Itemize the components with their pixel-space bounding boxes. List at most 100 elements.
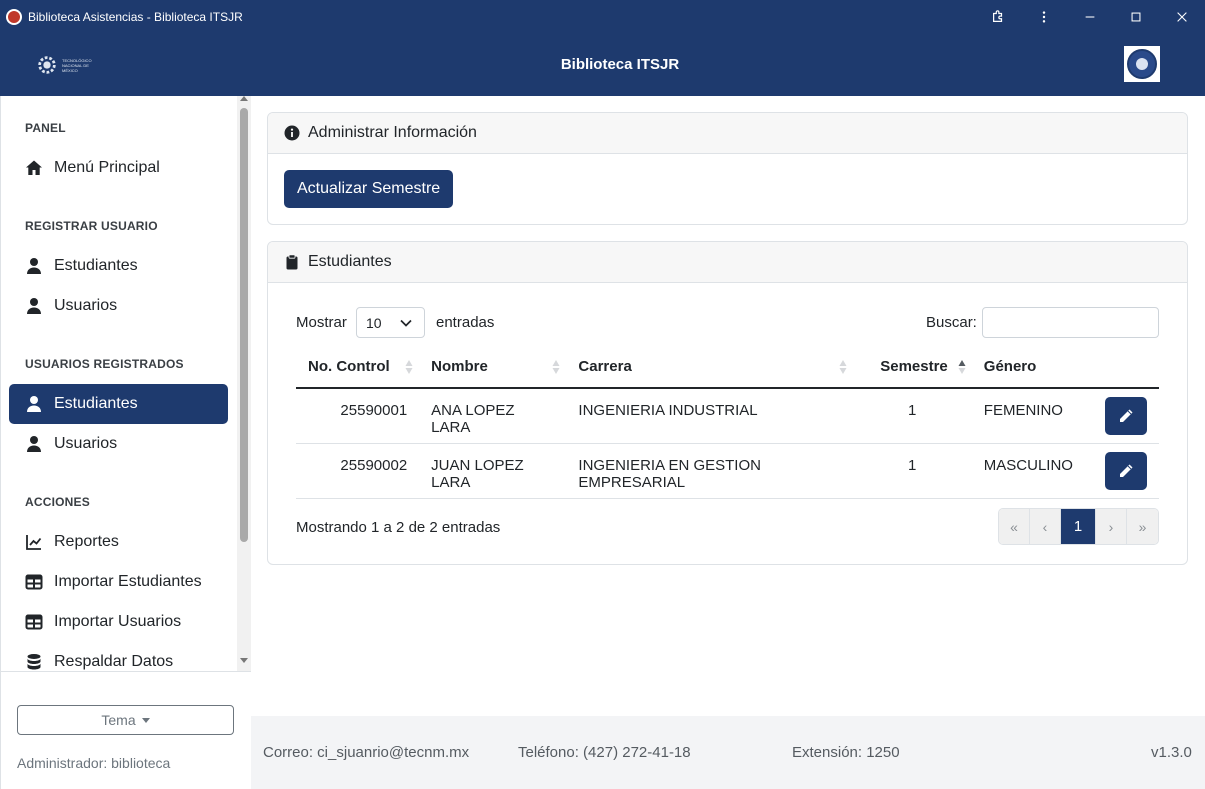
- cell-semestre: 1: [852, 443, 972, 499]
- cell-actions: [1084, 443, 1159, 499]
- sidebar-item-label: Importar Estudiantes: [54, 573, 202, 590]
- user-icon: [25, 256, 45, 276]
- minimize-icon[interactable]: [1067, 0, 1113, 34]
- user-icon: [25, 394, 45, 414]
- database-icon: [25, 652, 45, 671]
- column-header-label: Semestre: [880, 358, 948, 375]
- update-semester-button[interactable]: Actualizar Semestre: [284, 170, 454, 208]
- students-card: Estudiantes Mostrar 10 entradas Buscar: …: [267, 241, 1188, 565]
- card-title: Estudiantes: [308, 253, 392, 270]
- length-suffix-label: entradas: [436, 314, 495, 331]
- edit-button[interactable]: [1104, 397, 1147, 435]
- admin-user-label: Administrador: biblioteca: [17, 755, 171, 771]
- sidebar-item-menu-principal[interactable]: Menú Principal: [9, 148, 228, 188]
- cell-carrera: INGENIERIA INDUSTRIAL: [566, 388, 853, 444]
- sidebar-item-reportes[interactable]: Reportes: [9, 522, 228, 562]
- column-header-genero[interactable]: Género: [971, 346, 1085, 389]
- itsjr-seal-logo: [1124, 46, 1160, 82]
- theme-dropdown-button[interactable]: Tema: [17, 705, 234, 735]
- info-circle-icon: [284, 125, 300, 141]
- column-header-nombre[interactable]: Nombre: [419, 346, 567, 389]
- sidebar-item-label: Menú Principal: [54, 159, 160, 176]
- card-header: Administrar Información: [268, 113, 1187, 154]
- main-content: Administrar Información Actualizar Semes…: [251, 96, 1205, 716]
- table-header-row: No. Control Nombre Carrera Semestre Géne…: [296, 346, 1159, 389]
- pencil-icon: [1119, 464, 1133, 477]
- column-header-label: Género: [983, 358, 1037, 375]
- column-header-control[interactable]: No. Control: [296, 346, 420, 389]
- theme-button-label: Tema: [101, 712, 136, 728]
- sidebar-item-importar-estudiantes[interactable]: Importar Estudiantes: [9, 562, 228, 602]
- table-row: 25590001 ANA LOPEZ LARA INGENIERIA INDUS…: [296, 388, 1159, 444]
- students-table: No. Control Nombre Carrera Semestre Géne…: [296, 346, 1159, 499]
- sidebar: PANEL Menú Principal REGISTRAR USUARIO E…: [0, 96, 251, 789]
- footer-version: v1.3.0: [1151, 744, 1192, 761]
- sidebar-item-label: Reportes: [54, 533, 119, 550]
- sidebar-scrollbar[interactable]: [237, 96, 251, 671]
- scrollbar-thumb[interactable]: [240, 108, 248, 542]
- sidebar-item-label: Estudiantes: [54, 257, 138, 274]
- section-title-acciones: ACCIONES: [25, 495, 90, 509]
- window-title: Biblioteca Asistencias - Biblioteca ITSJ…: [28, 10, 243, 24]
- sort-both-icon: [405, 360, 413, 374]
- sidebar-item-importar-usuarios[interactable]: Importar Usuarios: [9, 602, 228, 642]
- edit-button[interactable]: [1104, 451, 1147, 490]
- home-icon: [25, 158, 45, 178]
- table-row: 25590002 JUAN LOPEZ LARA INGENIERIA EN G…: [296, 443, 1159, 499]
- pagination-page-current[interactable]: 1: [1061, 509, 1096, 544]
- footer-email: Correo: ci_sjuanrio@tecnm.mx: [263, 744, 470, 761]
- column-header-label: Carrera: [578, 358, 632, 375]
- user-icon: [25, 296, 45, 316]
- sidebar-item-registrar-estudiantes[interactable]: Estudiantes: [9, 246, 228, 286]
- pagination-first[interactable]: «: [999, 509, 1030, 544]
- close-icon[interactable]: [1159, 0, 1205, 34]
- entries-per-page-value: 10: [366, 314, 382, 331]
- chart-line-icon: [25, 532, 45, 552]
- chevron-down-icon: [400, 319, 412, 327]
- card-header: Estudiantes: [268, 242, 1187, 283]
- cell-semestre: 1: [852, 388, 972, 444]
- sidebar-item-registrar-usuarios[interactable]: Usuarios: [9, 286, 228, 326]
- table-icon: [25, 612, 45, 632]
- sidebar-item-label: Usuarios: [54, 297, 118, 314]
- footer-extension: Extensión: 1250: [792, 744, 900, 761]
- maximize-icon[interactable]: [1113, 0, 1159, 34]
- user-icon: [25, 434, 45, 454]
- column-header-carrera[interactable]: Carrera: [566, 346, 853, 389]
- app-header: TECNOLÓGICO NACIONAL DE MÉXICO Bibliotec…: [0, 34, 1205, 96]
- cell-control: 25590002: [296, 443, 420, 499]
- sidebar-item-estudiantes-registrados[interactable]: Estudiantes: [9, 384, 228, 424]
- scroll-down-arrow-icon[interactable]: [240, 658, 248, 663]
- sort-ascending-icon: [958, 360, 966, 374]
- sidebar-nav: PANEL Menú Principal REGISTRAR USUARIO E…: [1, 96, 237, 671]
- section-title-panel: PANEL: [25, 121, 66, 135]
- extensions-icon[interactable]: [975, 0, 1021, 34]
- sidebar-item-label: Usuarios: [54, 435, 118, 452]
- search-input[interactable]: [982, 307, 1159, 338]
- scroll-up-arrow-icon[interactable]: [240, 96, 248, 101]
- pagination-last[interactable]: »: [1127, 509, 1158, 544]
- cell-genero: FEMENINO: [971, 388, 1085, 444]
- sidebar-item-usuarios-registrados[interactable]: Usuarios: [9, 424, 228, 464]
- section-title-registrar: REGISTRAR USUARIO: [25, 219, 158, 233]
- pagination: « ‹ 1 › »: [998, 508, 1159, 545]
- entries-per-page-select[interactable]: 10: [356, 307, 425, 338]
- cell-nombre: ANA LOPEZ LARA: [419, 388, 567, 444]
- card-title: Administrar Información: [308, 124, 477, 141]
- pagination-next[interactable]: ›: [1096, 509, 1127, 544]
- cell-control: 25590001: [296, 388, 420, 444]
- length-prefix-label: Mostrar: [296, 314, 347, 331]
- table-info-text: Mostrando 1 a 2 de 2 entradas: [296, 519, 501, 536]
- more-options-icon[interactable]: [1021, 0, 1067, 34]
- column-header-semestre[interactable]: Semestre: [852, 346, 972, 389]
- cell-nombre: JUAN LOPEZ LARA: [419, 443, 567, 499]
- section-title-registrados: USUARIOS REGISTRADOS: [25, 357, 184, 371]
- sidebar-item-respaldar-datos[interactable]: Respaldar Datos: [9, 642, 228, 671]
- column-header-actions: [1084, 346, 1159, 389]
- cell-carrera: INGENIERIA EN GESTION EMPRESARIAL: [566, 443, 853, 499]
- app-footer: Correo: ci_sjuanrio@tecnm.mx Teléfono: (…: [251, 716, 1205, 789]
- sidebar-item-label: Importar Usuarios: [54, 613, 182, 630]
- caret-down-icon: [141, 717, 150, 723]
- sidebar-footer: Tema Administrador: biblioteca: [1, 671, 251, 789]
- pagination-previous[interactable]: ‹: [1030, 509, 1061, 544]
